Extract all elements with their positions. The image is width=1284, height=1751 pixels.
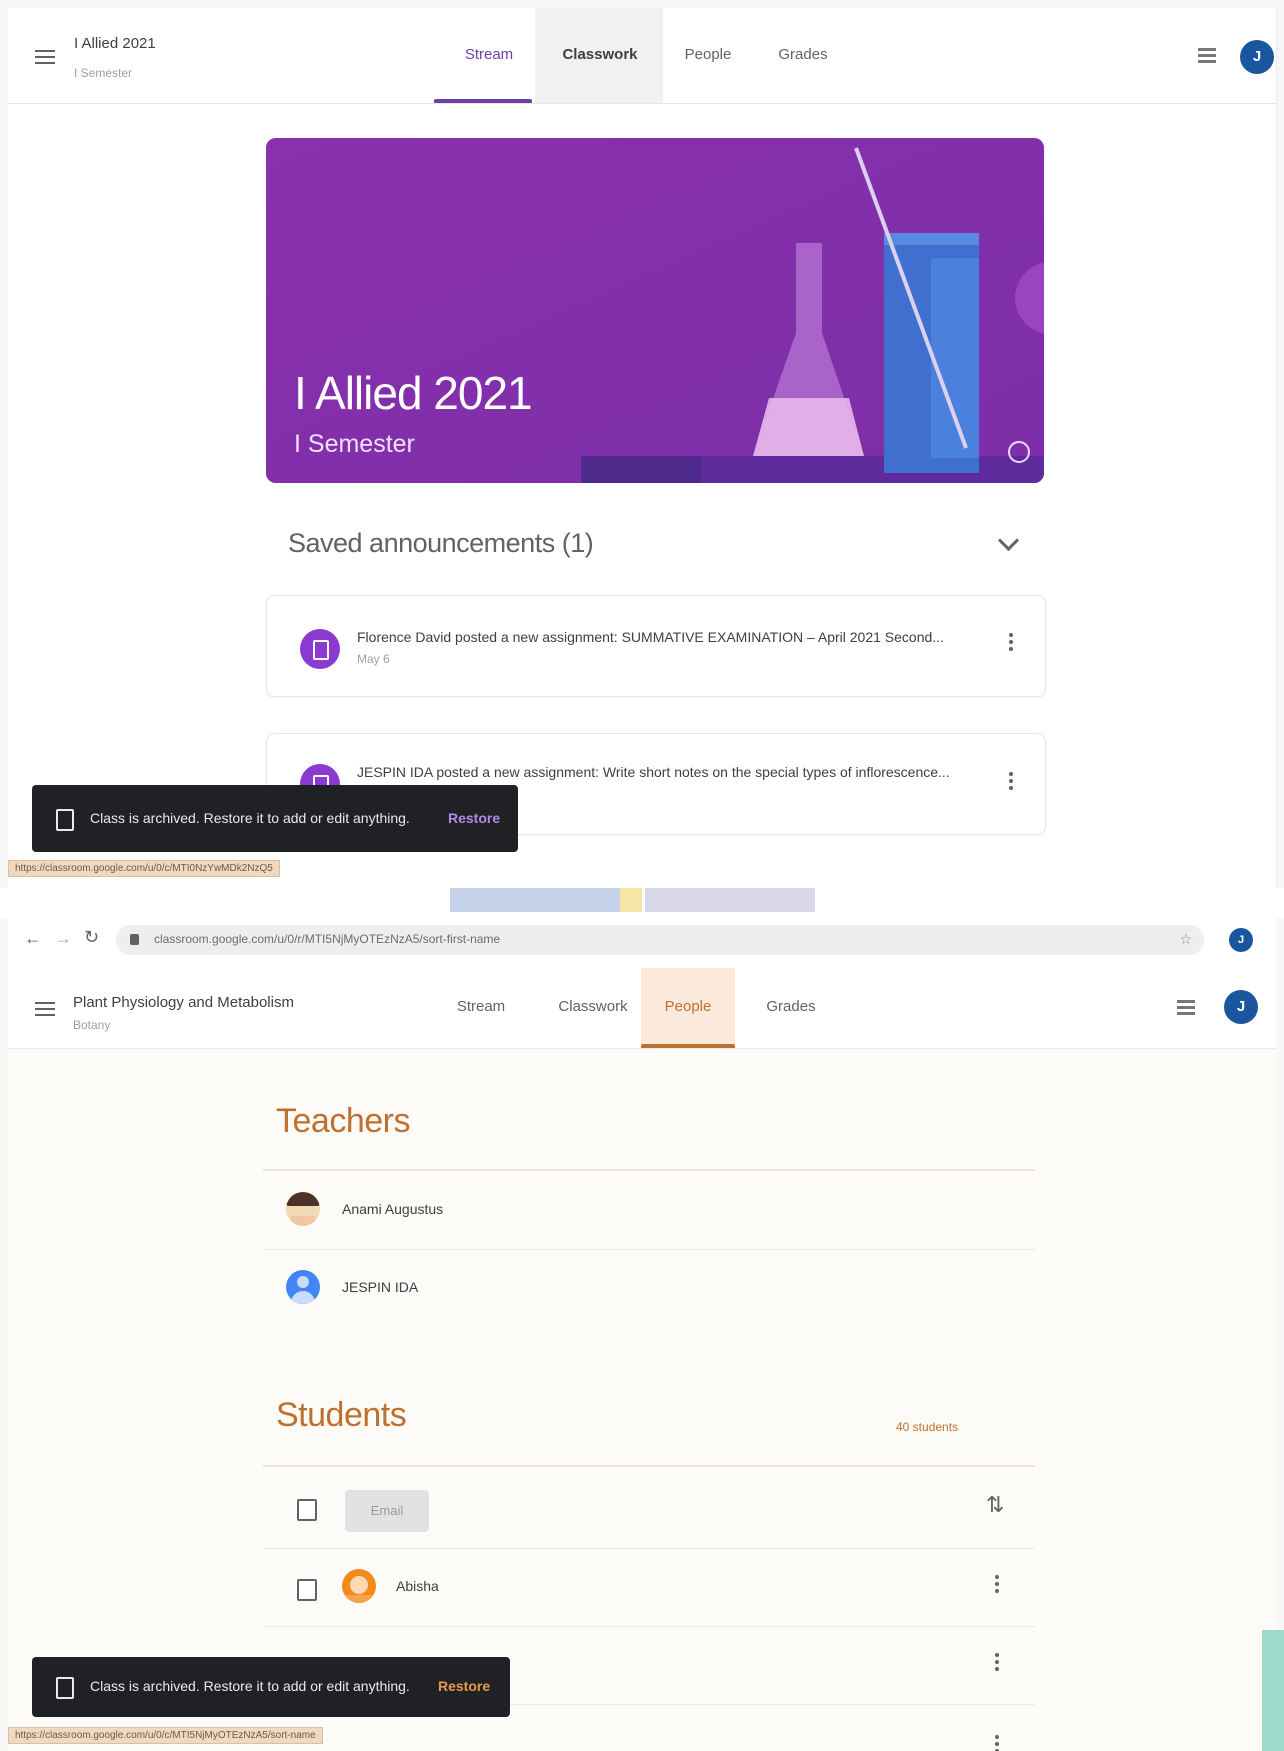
class-title[interactable]: I Allied 2021 [74,35,156,52]
class-title[interactable]: Plant Physiology and Metabolism [73,994,294,1011]
apps-grid-icon[interactable] [1198,48,1216,68]
chevron-down-icon [997,529,1020,552]
address-bar[interactable]: classroom.google.com/u/0/r/MTI5NjMyOTEzN… [116,925,1204,955]
teacher-name: JESPIN IDA [342,1279,419,1295]
snackbar-message: Class is archived. Restore it to add or … [90,810,410,826]
back-icon[interactable]: ← [24,928,42,949]
teacher-row[interactable]: Anami Augustus [263,1174,1035,1246]
tab-stream[interactable]: Stream [454,46,524,63]
account-avatar[interactable]: J [1240,40,1274,74]
sort-icon[interactable]: ⇅ [986,1492,1004,1518]
more-options-icon[interactable] [995,1735,999,1751]
tab-grades[interactable]: Grades [768,46,838,63]
more-options-icon[interactable] [995,1575,999,1596]
main-menu-icon[interactable] [35,50,55,64]
archived-snackbar: Class is archived. Restore it to add or … [32,785,518,852]
tab-classwork[interactable]: Classwork [548,46,652,63]
account-avatar[interactable]: J [1224,990,1258,1024]
row-divider [263,1249,1035,1250]
teacher-avatar [286,1270,320,1304]
student-name: Abisha [396,1578,439,1594]
lock-icon [130,934,139,945]
archived-snackbar: Class is archived. Restore it to add or … [32,1657,510,1717]
restore-button[interactable]: Restore [448,810,500,826]
tab-stream[interactable]: Stream [446,998,516,1015]
email-button[interactable]: Email [345,1490,429,1532]
main-menu-icon[interactable] [35,1002,55,1016]
assignment-icon [300,629,340,669]
bookmark-star-icon[interactable]: ☆ [1179,931,1192,948]
banner-class-title: I Allied 2021 [294,367,533,419]
restore-button[interactable]: Restore [438,1678,490,1694]
class-subtitle: Botany [73,1018,111,1032]
student-row[interactable]: Abisha [263,1550,1035,1625]
status-url: https://classroom.google.com/u/0/c/MTI0N… [8,860,280,877]
stream-post[interactable]: Florence David posted a new assignment: … [266,595,1046,697]
status-url: https://classroom.google.com/u/0/c/MTI5N… [8,1727,323,1744]
saved-announcements-toggle[interactable]: Saved announcements (1) [288,523,1028,563]
class-subtitle: I Semester [74,66,133,80]
students-divider [263,1465,1035,1467]
stream-panel: I Allied 2021 I Semester Stream Classwor… [8,8,1277,888]
student-avatar [342,1569,376,1603]
more-options-icon[interactable] [995,1653,999,1674]
row-divider [263,1548,1035,1549]
banner-class-subtitle: I Semester [294,430,415,458]
saved-announcements-label: Saved announcements (1) [288,528,594,558]
forward-icon[interactable]: → [54,928,72,949]
tab-grades[interactable]: Grades [756,998,826,1015]
post-date: May 6 [357,652,390,666]
more-options-icon[interactable] [1009,633,1013,654]
student-checkbox[interactable] [297,1579,317,1601]
class-info-icon[interactable] [1008,441,1030,463]
row-divider [263,1626,1035,1627]
more-options-icon[interactable] [1009,772,1013,793]
reload-icon[interactable]: ↻ [84,927,99,948]
active-tab-indicator [434,99,532,103]
tab-people[interactable]: People [653,998,723,1015]
teacher-avatar [286,1192,320,1226]
students-heading: Students [276,1396,407,1434]
active-tab-indicator [641,1044,735,1048]
apps-grid-icon[interactable] [1177,1000,1195,1020]
background-edge [1262,1630,1284,1751]
post-text: Florence David posted a new assignment: … [357,629,944,645]
teacher-row[interactable]: JESPIN IDA [263,1252,1035,1324]
archive-icon [56,1677,74,1699]
teacher-name: Anami Augustus [342,1201,444,1217]
class-header-bar: Plant Physiology and Metabolism Botany S… [8,968,1276,1049]
tab-people[interactable]: People [673,46,743,63]
teachers-divider [263,1169,1035,1171]
snackbar-message: Class is archived. Restore it to add or … [90,1678,410,1694]
class-banner: I Allied 2021 I Semester [266,138,1044,483]
students-count: 40 students [896,1420,959,1434]
post-text: JESPIN IDA posted a new assignment: Writ… [357,764,950,780]
address-bar-url: classroom.google.com/u/0/r/MTI5NjMyOTEzN… [154,932,501,946]
teachers-heading: Teachers [276,1102,410,1140]
archive-icon [56,809,74,831]
people-panel: ← → ↻ classroom.google.com/u/0/r/MTI5NjM… [8,912,1276,1751]
browser-profile-avatar[interactable]: J [1229,928,1253,952]
students-toolbar: Email ⇅ [263,1472,1035,1547]
select-all-checkbox[interactable] [297,1499,317,1521]
browser-toolbar: ← → ↻ classroom.google.com/u/0/r/MTI5NjM… [8,912,1276,969]
tab-classwork[interactable]: Classwork [543,998,643,1015]
class-header-bar: I Allied 2021 I Semester Stream Classwor… [8,8,1276,104]
